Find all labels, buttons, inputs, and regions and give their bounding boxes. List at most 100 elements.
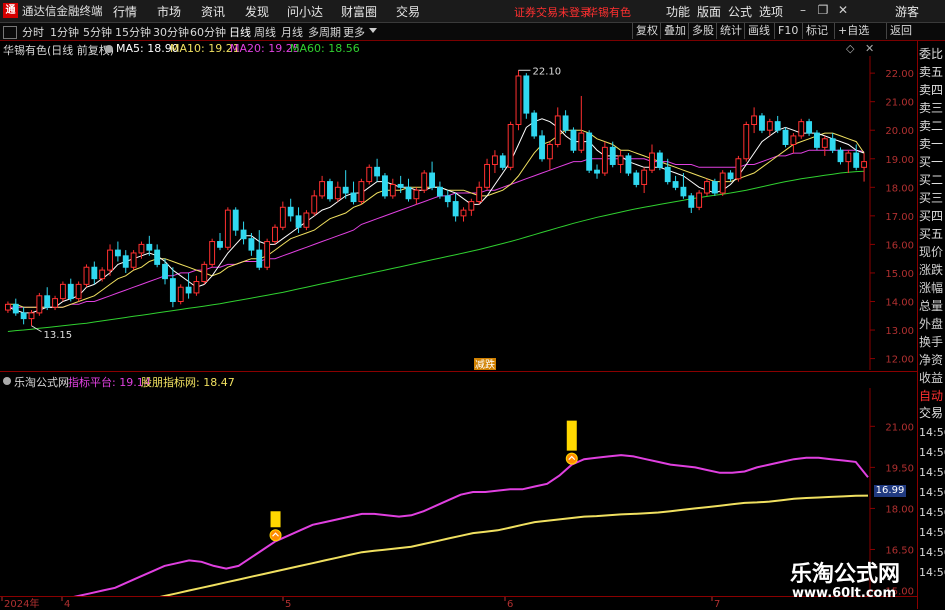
back-button[interactable]: 返回 — [886, 23, 915, 39]
tick-time: 14:56 — [919, 506, 945, 519]
close-chart-icon[interactable]: ✕ — [865, 42, 874, 55]
statistics-button[interactable]: 统计 — [716, 23, 745, 39]
mark-button[interactable]: 标记 — [802, 23, 831, 39]
draw-line-button[interactable]: 画线 — [744, 23, 773, 39]
menu-item-wealth[interactable]: 财富圈 — [341, 3, 377, 20]
menu-item-layout[interactable]: 版面 — [697, 3, 721, 20]
side-panel-tab[interactable]: 交易 — [919, 404, 945, 421]
period-multi[interactable]: 多周期 — [308, 24, 341, 40]
candle-body — [711, 181, 718, 194]
candle-body — [672, 181, 679, 188]
candle-body — [790, 135, 797, 145]
candle-body — [484, 163, 490, 188]
guest-label[interactable]: 游客 — [895, 3, 919, 20]
period-1min[interactable]: 1分钟 — [50, 24, 79, 40]
adjust-button[interactable]: 复权 — [632, 23, 661, 39]
candle-body — [366, 166, 373, 183]
candle-body — [122, 255, 129, 268]
price-tick-label: 12.00 — [885, 355, 914, 366]
side-panel-item: 换手 — [919, 335, 944, 349]
candle-body — [460, 209, 467, 217]
close-icon[interactable]: ✕ — [834, 1, 852, 19]
candle — [36, 292, 43, 316]
ma10-line — [7, 129, 865, 308]
add-watchlist-button[interactable]: +自选 — [834, 23, 872, 39]
indicator-settings-icon[interactable] — [3, 377, 11, 385]
candle-body — [656, 152, 663, 168]
candle — [601, 141, 608, 176]
side-panel-item: 卖四 — [919, 83, 944, 97]
indicator-chart[interactable]: 21.0019.5018.0016.5015.00 — [0, 388, 918, 596]
period-15min[interactable]: 15分钟 — [115, 24, 151, 40]
candle — [67, 278, 74, 302]
candlestick-chart[interactable]: 22.00 21.00 20.00 19.00 18.00 17.00 16.00 15.00… — [0, 56, 918, 370]
candle — [162, 258, 168, 285]
candle-body — [523, 75, 530, 114]
candle-body — [633, 172, 640, 185]
menu-item-news[interactable]: 资讯 — [201, 3, 225, 20]
candle-body — [444, 195, 451, 203]
menu-item-formula[interactable]: 公式 — [728, 3, 752, 20]
menu-item-quotes[interactable]: 行情 — [113, 3, 137, 20]
candle — [413, 187, 420, 205]
period-5min[interactable]: 5分钟 — [83, 24, 112, 40]
candle — [766, 118, 773, 136]
indicator-series-line — [73, 454, 869, 596]
period-intraday[interactable]: 分时 — [22, 24, 44, 40]
f10-button[interactable]: F10 — [774, 23, 801, 39]
candle-body — [193, 281, 200, 294]
menu-item-options[interactable]: 选项 — [759, 3, 783, 20]
period-daily[interactable]: 日线 — [229, 24, 251, 40]
candle-body — [806, 121, 813, 134]
multi-stock-button[interactable]: 多股 — [688, 23, 717, 39]
price-tick-label: 15.00 — [885, 269, 914, 280]
diamond-icon[interactable]: ◇ — [846, 42, 854, 55]
candle — [334, 181, 341, 202]
candle-body — [531, 112, 538, 137]
overlay-button[interactable]: 叠加 — [660, 23, 689, 39]
candle-body — [389, 183, 396, 197]
candle — [272, 224, 278, 245]
period-60min[interactable]: 60分钟 — [190, 24, 226, 40]
candle — [515, 70, 522, 131]
menu-item-function[interactable]: 功能 — [666, 3, 690, 20]
candle — [122, 250, 129, 273]
buy-signal-marker — [565, 420, 578, 465]
indicator-tick-label: 18.00 — [885, 504, 914, 515]
candle-body — [279, 206, 286, 228]
restore-icon[interactable]: ❐ — [814, 1, 832, 19]
settings-dot-icon[interactable] — [105, 45, 113, 53]
menu-item-ask[interactable]: 问小达 — [287, 3, 323, 20]
period-weekly[interactable]: 周线 — [254, 24, 276, 40]
candle — [287, 198, 294, 222]
menu-item-trade[interactable]: 交易 — [396, 3, 420, 20]
menu-item-discover[interactable]: 发现 — [245, 3, 269, 20]
period-more[interactable]: 更多 — [343, 24, 365, 40]
menu-item-market[interactable]: 市场 — [157, 3, 181, 20]
period-monthly[interactable]: 月线 — [281, 24, 303, 40]
title-bar: 通 通达信金融终端 行情 市场 资讯 发现 问小达 财富圈 交易 证券交易未登录… — [0, 0, 945, 23]
toggle-panel-icon[interactable] — [3, 26, 17, 39]
candle-body — [201, 263, 208, 283]
candle-body — [586, 132, 593, 171]
candle — [52, 295, 58, 311]
side-panel-tab[interactable]: 自动 — [919, 387, 945, 404]
candle-body — [319, 181, 326, 197]
tick-time: 14:56 — [919, 486, 945, 499]
minimize-icon[interactable]: – — [794, 1, 812, 19]
candle-body — [837, 149, 844, 163]
login-warning[interactable]: 证券交易未登录 — [514, 4, 591, 20]
period-30min[interactable]: 30分钟 — [153, 24, 189, 40]
low-price-label: 13.15 — [43, 330, 72, 341]
candle-body — [601, 146, 608, 174]
candle — [656, 150, 663, 171]
more-dropdown-icon[interactable] — [369, 28, 377, 33]
candle — [75, 281, 82, 302]
candle — [821, 135, 828, 156]
candle — [83, 264, 90, 288]
candle — [350, 181, 357, 205]
candle-body — [358, 181, 365, 203]
candle — [201, 261, 208, 285]
tick-time: 14:56 — [919, 546, 945, 559]
candle — [711, 178, 718, 196]
